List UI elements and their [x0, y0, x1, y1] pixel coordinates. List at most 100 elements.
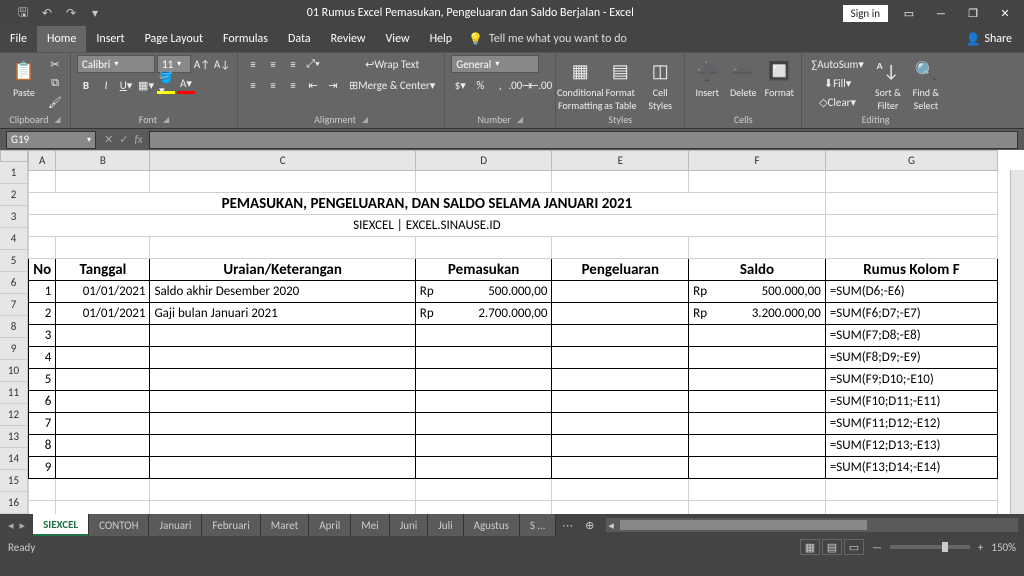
sheet-tab[interactable]: Januari — [149, 514, 202, 536]
align-top-button[interactable]: ≡ — [244, 55, 262, 73]
row-header-16[interactable]: 16 — [0, 492, 28, 514]
merge-center-button[interactable]: ⊞ Merge & Center ▾ — [346, 76, 438, 94]
font-name-combo[interactable]: Calibri▾ — [77, 55, 155, 73]
sort-filter-button[interactable]: ᴬ↓Sort & Filter — [871, 55, 905, 112]
tab-page-layout[interactable]: Page Layout — [135, 26, 213, 52]
row-header-4[interactable]: 4 — [0, 228, 28, 250]
sheet-tab[interactable]: Juni — [390, 514, 429, 536]
format-cells-button[interactable]: 🔲Format — [763, 55, 795, 99]
underline-button[interactable]: U▾ — [117, 76, 135, 94]
number-format-combo[interactable]: General▾ — [451, 55, 539, 73]
row-header-13[interactable]: 13 — [0, 426, 28, 448]
tab-data[interactable]: Data — [278, 26, 321, 52]
tab-home[interactable]: Home — [37, 26, 86, 52]
row-header-11[interactable]: 11 — [0, 382, 28, 404]
tab-scroll-first[interactable]: ◂ — [8, 519, 14, 532]
sheet-tab[interactable]: S … — [520, 514, 556, 536]
tab-review[interactable]: Review — [321, 26, 376, 52]
row-header-3[interactable]: 3 — [0, 206, 28, 228]
row-header-10[interactable]: 10 — [0, 360, 28, 382]
italic-button[interactable]: I — [97, 76, 115, 94]
find-select-button[interactable]: 🔍Find & Select — [909, 55, 943, 112]
number-dialog-launcher[interactable]: ◢ — [517, 115, 523, 125]
tell-me-search[interactable]: 💡 Tell me what you want to do — [468, 32, 627, 47]
orientation-button[interactable]: ⤢▾ — [304, 55, 322, 73]
increase-decimal-button[interactable]: .00→ — [511, 76, 529, 94]
col-header-A[interactable]: A — [29, 151, 56, 171]
row-header-7[interactable]: 7 — [0, 294, 28, 316]
sheet-tab[interactable]: Mei — [351, 514, 389, 536]
enter-formula-button[interactable]: ✓ — [119, 133, 128, 146]
formula-bar[interactable] — [149, 131, 1018, 149]
format-painter-button[interactable]: 🖌 — [46, 93, 64, 111]
vertical-scrollbar[interactable] — [1010, 170, 1024, 514]
grid[interactable]: ABCDEFG PEMASUKAN, PENGELUARAN, DAN SALD… — [28, 150, 1024, 514]
row-header-1[interactable]: 1 — [0, 162, 28, 184]
increase-font-button[interactable]: A↑ — [193, 55, 211, 73]
align-center-button[interactable]: ≡ — [264, 76, 282, 94]
sheet-tab[interactable]: Februari — [202, 514, 260, 536]
hscroll-left[interactable]: ◂ — [606, 519, 616, 532]
close-button[interactable]: ✕ — [990, 2, 1020, 24]
cell-styles-button[interactable]: ◫Cell Styles — [642, 55, 678, 112]
row-header-15[interactable]: 15 — [0, 470, 28, 492]
autosave-icon[interactable]: 🖫 — [12, 2, 34, 24]
row-header-9[interactable]: 9 — [0, 338, 28, 360]
increase-indent-button[interactable]: ⇥ — [324, 76, 342, 94]
undo-button[interactable]: ↶ — [36, 2, 58, 24]
row-header-6[interactable]: 6 — [0, 272, 28, 294]
tab-file[interactable]: File — [0, 26, 37, 52]
ribbon-options-button[interactable]: ▭ — [894, 2, 924, 24]
align-bottom-button[interactable]: ≡ — [284, 55, 302, 73]
copy-button[interactable]: ⧉ — [46, 74, 64, 92]
font-dialog-launcher[interactable]: ◢ — [163, 115, 169, 125]
comma-button[interactable]: , — [491, 76, 509, 94]
sheet-tab[interactable]: Maret — [261, 514, 309, 536]
tab-scroll-last[interactable]: ▸ — [20, 519, 26, 532]
sheet-tab[interactable]: Agustus — [464, 514, 520, 536]
cut-button[interactable]: ✂ — [46, 55, 64, 73]
page-break-view-button[interactable]: ▭ — [844, 539, 864, 555]
fill-button[interactable]: ⬇ Fill ▾ — [808, 74, 867, 92]
zoom-out-button[interactable]: — — [872, 541, 882, 554]
share-button[interactable]: 👤 Share — [953, 32, 1024, 47]
zoom-in-button[interactable]: + — [978, 541, 983, 554]
sheet-tab[interactable]: CONTOH — [89, 514, 149, 536]
align-right-button[interactable]: ≡ — [284, 76, 302, 94]
maximize-button[interactable]: ❐ — [958, 2, 988, 24]
insert-cells-button[interactable]: ➕Insert — [691, 55, 723, 99]
row-header-8[interactable]: 8 — [0, 316, 28, 338]
row-header-5[interactable]: 5 — [0, 250, 28, 272]
zoom-slider[interactable] — [890, 545, 970, 549]
decrease-font-button[interactable]: A↓ — [213, 55, 231, 73]
sheet-tab[interactable]: Juli — [428, 514, 463, 536]
paste-button[interactable]: 📋 Paste — [6, 55, 42, 99]
col-header-E[interactable]: E — [552, 151, 689, 171]
signin-button[interactable]: Sign in — [843, 5, 888, 22]
horizontal-scrollbar[interactable]: ◂ — [606, 518, 1018, 532]
minimize-button[interactable]: — — [926, 2, 956, 24]
tab-scroll-more[interactable]: ⋯ — [556, 519, 579, 532]
row-header-14[interactable]: 14 — [0, 448, 28, 470]
sheet-tab[interactable]: April — [309, 514, 351, 536]
qat-customize[interactable]: ▾ — [84, 2, 106, 24]
tab-view[interactable]: View — [376, 26, 420, 52]
redo-button[interactable]: ↷ — [60, 2, 82, 24]
bold-button[interactable]: B — [77, 76, 95, 94]
hscroll-thumb[interactable] — [620, 520, 867, 530]
decrease-indent-button[interactable]: ⇤ — [304, 76, 322, 94]
clipboard-dialog-launcher[interactable]: ◢ — [54, 115, 60, 125]
col-header-D[interactable]: D — [415, 151, 552, 171]
decrease-decimal-button[interactable]: ←.00 — [531, 76, 549, 94]
select-all-corner[interactable] — [0, 150, 28, 162]
col-header-C[interactable]: C — [150, 151, 415, 171]
borders-button[interactable]: ▦▾ — [137, 76, 155, 94]
conditional-formatting-button[interactable]: ▦Conditional Formatting — [562, 55, 598, 112]
tab-insert[interactable]: Insert — [86, 26, 134, 52]
col-header-F[interactable]: F — [689, 151, 826, 171]
row-header-2[interactable]: 2 — [0, 184, 28, 206]
col-header-G[interactable]: G — [825, 151, 997, 171]
tab-formulas[interactable]: Formulas — [213, 26, 278, 52]
fx-button[interactable]: fx — [134, 133, 142, 146]
cancel-formula-button[interactable]: ✕ — [104, 133, 113, 146]
